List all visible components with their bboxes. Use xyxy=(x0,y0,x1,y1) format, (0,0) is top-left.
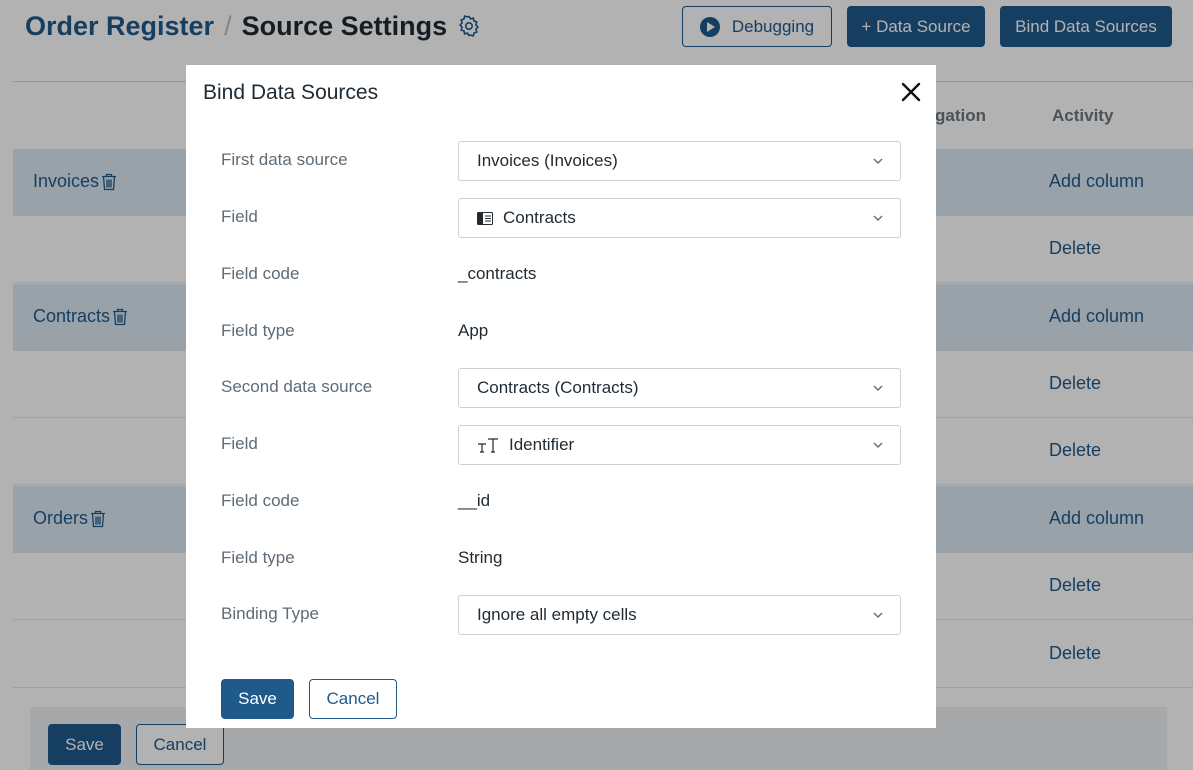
field-label: Field code xyxy=(221,491,300,510)
select-value: Contracts (Contracts) xyxy=(477,378,639,397)
field-type-value: String xyxy=(458,548,503,567)
binding-type-select[interactable]: Ignore all empty cells xyxy=(458,595,901,635)
select-value: Invoices (Invoices) xyxy=(477,151,618,170)
second-field-select[interactable]: Identifier xyxy=(458,425,901,465)
second-field-row: Field Identifier xyxy=(186,425,936,465)
dialog-save-button[interactable]: Save xyxy=(221,679,294,719)
first-field-select[interactable]: Contracts xyxy=(458,198,901,238)
text-type-icon xyxy=(477,437,499,453)
field-label: Field xyxy=(221,434,258,453)
first-type-row: Field type App xyxy=(186,312,936,352)
field-label: Binding Type xyxy=(221,604,319,623)
field-code-value: _contracts xyxy=(458,264,537,283)
chevron-down-icon xyxy=(872,609,884,621)
first-source-select[interactable]: Invoices (Invoices) xyxy=(458,141,901,181)
first-code-row: Field code _contracts xyxy=(186,255,936,295)
field-label: Field xyxy=(221,207,258,226)
dialog-cancel-button[interactable]: Cancel xyxy=(309,679,397,719)
field-code-value: __id xyxy=(458,491,491,510)
dialog-title: Bind Data Sources xyxy=(203,81,379,104)
field-label: Field code xyxy=(221,264,300,283)
field-label: First data source xyxy=(221,150,348,169)
second-source-select[interactable]: Contracts (Contracts) xyxy=(458,368,901,408)
field-label: Field type xyxy=(221,321,295,340)
field-type-value: App xyxy=(458,321,489,340)
select-value: Ignore all empty cells xyxy=(477,605,637,624)
close-icon[interactable] xyxy=(899,80,923,104)
app-icon xyxy=(477,211,493,225)
field-label: Second data source xyxy=(221,377,373,396)
bind-data-sources-dialog: Bind Data Sources First data source Invo… xyxy=(186,65,936,728)
first-source-row: First data source Invoices (Invoices) xyxy=(186,141,936,181)
chevron-down-icon xyxy=(872,382,884,394)
second-source-row: Second data source Contracts (Contracts) xyxy=(186,368,936,408)
field-label: Field type xyxy=(221,548,295,567)
second-type-row: Field type String xyxy=(186,539,936,579)
chevron-down-icon xyxy=(872,155,884,167)
select-value: Contracts xyxy=(503,208,576,227)
second-code-row: Field code __id xyxy=(186,482,936,522)
first-field-row: Field Contracts xyxy=(186,198,936,238)
chevron-down-icon xyxy=(872,439,884,451)
chevron-down-icon xyxy=(872,212,884,224)
select-value: Identifier xyxy=(509,435,575,454)
binding-type-row: Binding Type Ignore all empty cells xyxy=(186,595,936,635)
